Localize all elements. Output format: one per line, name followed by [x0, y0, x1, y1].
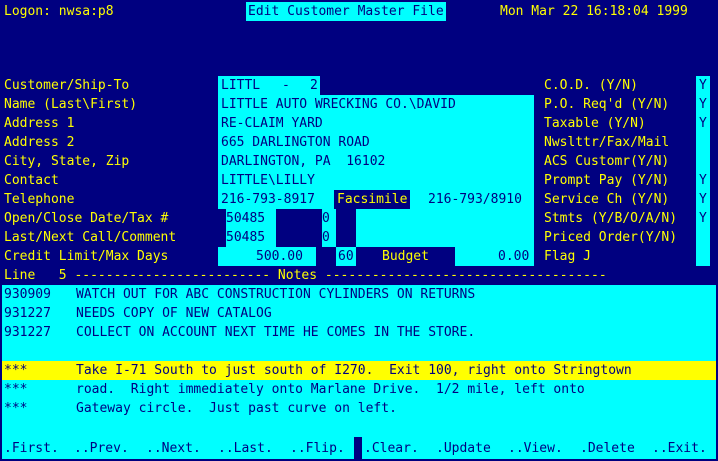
- note-date: 930909: [4, 287, 51, 302]
- contact-input[interactable]: LITTLE\LILLY: [221, 171, 315, 190]
- menu-exit-button[interactable]: ..Exit.: [652, 439, 707, 458]
- direction-marker: ***: [4, 382, 28, 397]
- label-name: Name (Last\First): [4, 97, 138, 112]
- credit-limit-input[interactable]: 500.00: [256, 247, 303, 266]
- label-credit-limit: Credit Limit/Max Days: [4, 249, 169, 264]
- next-call-input[interactable]: 0: [322, 228, 336, 247]
- label-open-close: Open/Close Date/Tax #: [4, 211, 169, 226]
- label-prompt-pay: Prompt Pay (Y/N): [544, 173, 670, 188]
- note-text[interactable]: NEEDS COPY OF NEW CATALOG: [76, 304, 272, 323]
- menu-next-button[interactable]: ..Next.: [146, 439, 201, 458]
- logon-label: Logon: nwsa:p8: [4, 4, 114, 19]
- customer-input[interactable]: LITTL: [221, 76, 260, 95]
- label-acs: ACS Customr(Y/N): [544, 154, 670, 169]
- service-ch-input[interactable]: Y: [699, 190, 707, 209]
- close-date-input[interactable]: 0: [322, 209, 336, 228]
- direction-text[interactable]: Gateway circle. Just past curve on left.: [76, 399, 397, 418]
- note-date: 931227: [4, 325, 51, 340]
- label-flag: Flag J: [544, 249, 591, 264]
- customer-separator: -: [282, 78, 290, 93]
- note-text[interactable]: WATCH OUT FOR ABC CONSTRUCTION CYLINDERS…: [76, 285, 475, 304]
- menu-update-button[interactable]: .Update: [436, 439, 491, 458]
- budget-input[interactable]: 0.00: [498, 247, 529, 266]
- city-state-zip-input[interactable]: DARLINGTON, PA 16102: [221, 152, 385, 171]
- label-service-ch: Service Ch (Y/N): [544, 192, 670, 207]
- label-po-reqd: P.O. Req'd (Y/N): [544, 97, 670, 112]
- credit-gap: [316, 247, 336, 266]
- address2-input[interactable]: 665 DARLINGTON ROAD: [221, 133, 370, 152]
- menu-prev-button[interactable]: ..Prev.: [74, 439, 129, 458]
- label-last-next-call: Last/Next Call/Comment: [4, 230, 177, 245]
- direction-marker: ***: [4, 363, 28, 378]
- open-date-input[interactable]: 50485: [226, 209, 276, 228]
- facsimile-input[interactable]: 216-793/8910: [428, 190, 522, 209]
- menu-view-button[interactable]: ..View.: [508, 439, 563, 458]
- po-reqd-input[interactable]: Y: [699, 95, 707, 114]
- label-priced-order: Priced Order(Y/N): [544, 230, 678, 245]
- label-telephone: Telephone: [4, 192, 75, 207]
- direction-marker: ***: [4, 401, 28, 416]
- last-call-input[interactable]: 50485: [226, 228, 276, 247]
- menu-delete-button[interactable]: .Delete: [580, 439, 635, 458]
- label-nwsltr: Nwslttr/Fax/Mail: [544, 135, 670, 150]
- screen-title: Edit Customer Master File: [246, 2, 446, 21]
- menu-flip-button[interactable]: ..Flip.: [290, 439, 345, 458]
- menu-clear-button[interactable]: .Clear.: [364, 439, 419, 458]
- note-date: 931227: [4, 306, 51, 321]
- label-stmts: Stmts (Y/B/O/A/N): [544, 211, 678, 226]
- label-cod: C.O.D. (Y/N): [544, 78, 638, 93]
- cod-input[interactable]: Y: [699, 76, 707, 95]
- telephone-input[interactable]: 216-793-8917: [221, 190, 315, 209]
- ship-to-input[interactable]: 2: [310, 76, 318, 95]
- datetime: Mon Mar 22 16:18:04 1999: [500, 4, 688, 19]
- label-facsimile: Facsimile: [334, 190, 411, 209]
- direction-text[interactable]: Take I-71 South to just south of I270. E…: [76, 361, 632, 380]
- stmts-input[interactable]: Y: [699, 209, 707, 228]
- label-taxable: Taxable (Y/N): [544, 116, 646, 131]
- label-city-state-zip: City, State, Zip: [4, 154, 130, 169]
- label-address1: Address 1: [4, 116, 75, 131]
- label-customer-ship-to: Customer/Ship-To: [4, 78, 130, 93]
- menu-cursor: [354, 437, 362, 459]
- label-contact: Contact: [4, 173, 59, 188]
- prompt-pay-input[interactable]: Y: [699, 171, 707, 190]
- address1-input[interactable]: RE-CLAIM YARD: [221, 114, 323, 133]
- taxable-input[interactable]: Y: [699, 114, 707, 133]
- max-days-input[interactable]: 60: [338, 247, 354, 266]
- note-text[interactable]: COLLECT ON ACCOUNT NEXT TIME HE COMES IN…: [76, 323, 475, 342]
- direction-text[interactable]: road. Right immediately onto Marlane Dri…: [76, 380, 585, 399]
- label-address2: Address 2: [4, 135, 75, 150]
- label-budget: Budget: [356, 247, 455, 266]
- notes-divider: Line 5 ------------------------- Notes -…: [4, 268, 607, 283]
- name-input[interactable]: LITTLE AUTO WRECKING CO.\DAVID: [221, 95, 456, 114]
- menu-last-button[interactable]: ..Last.: [218, 439, 273, 458]
- menu-first-button[interactable]: .First.: [4, 439, 59, 458]
